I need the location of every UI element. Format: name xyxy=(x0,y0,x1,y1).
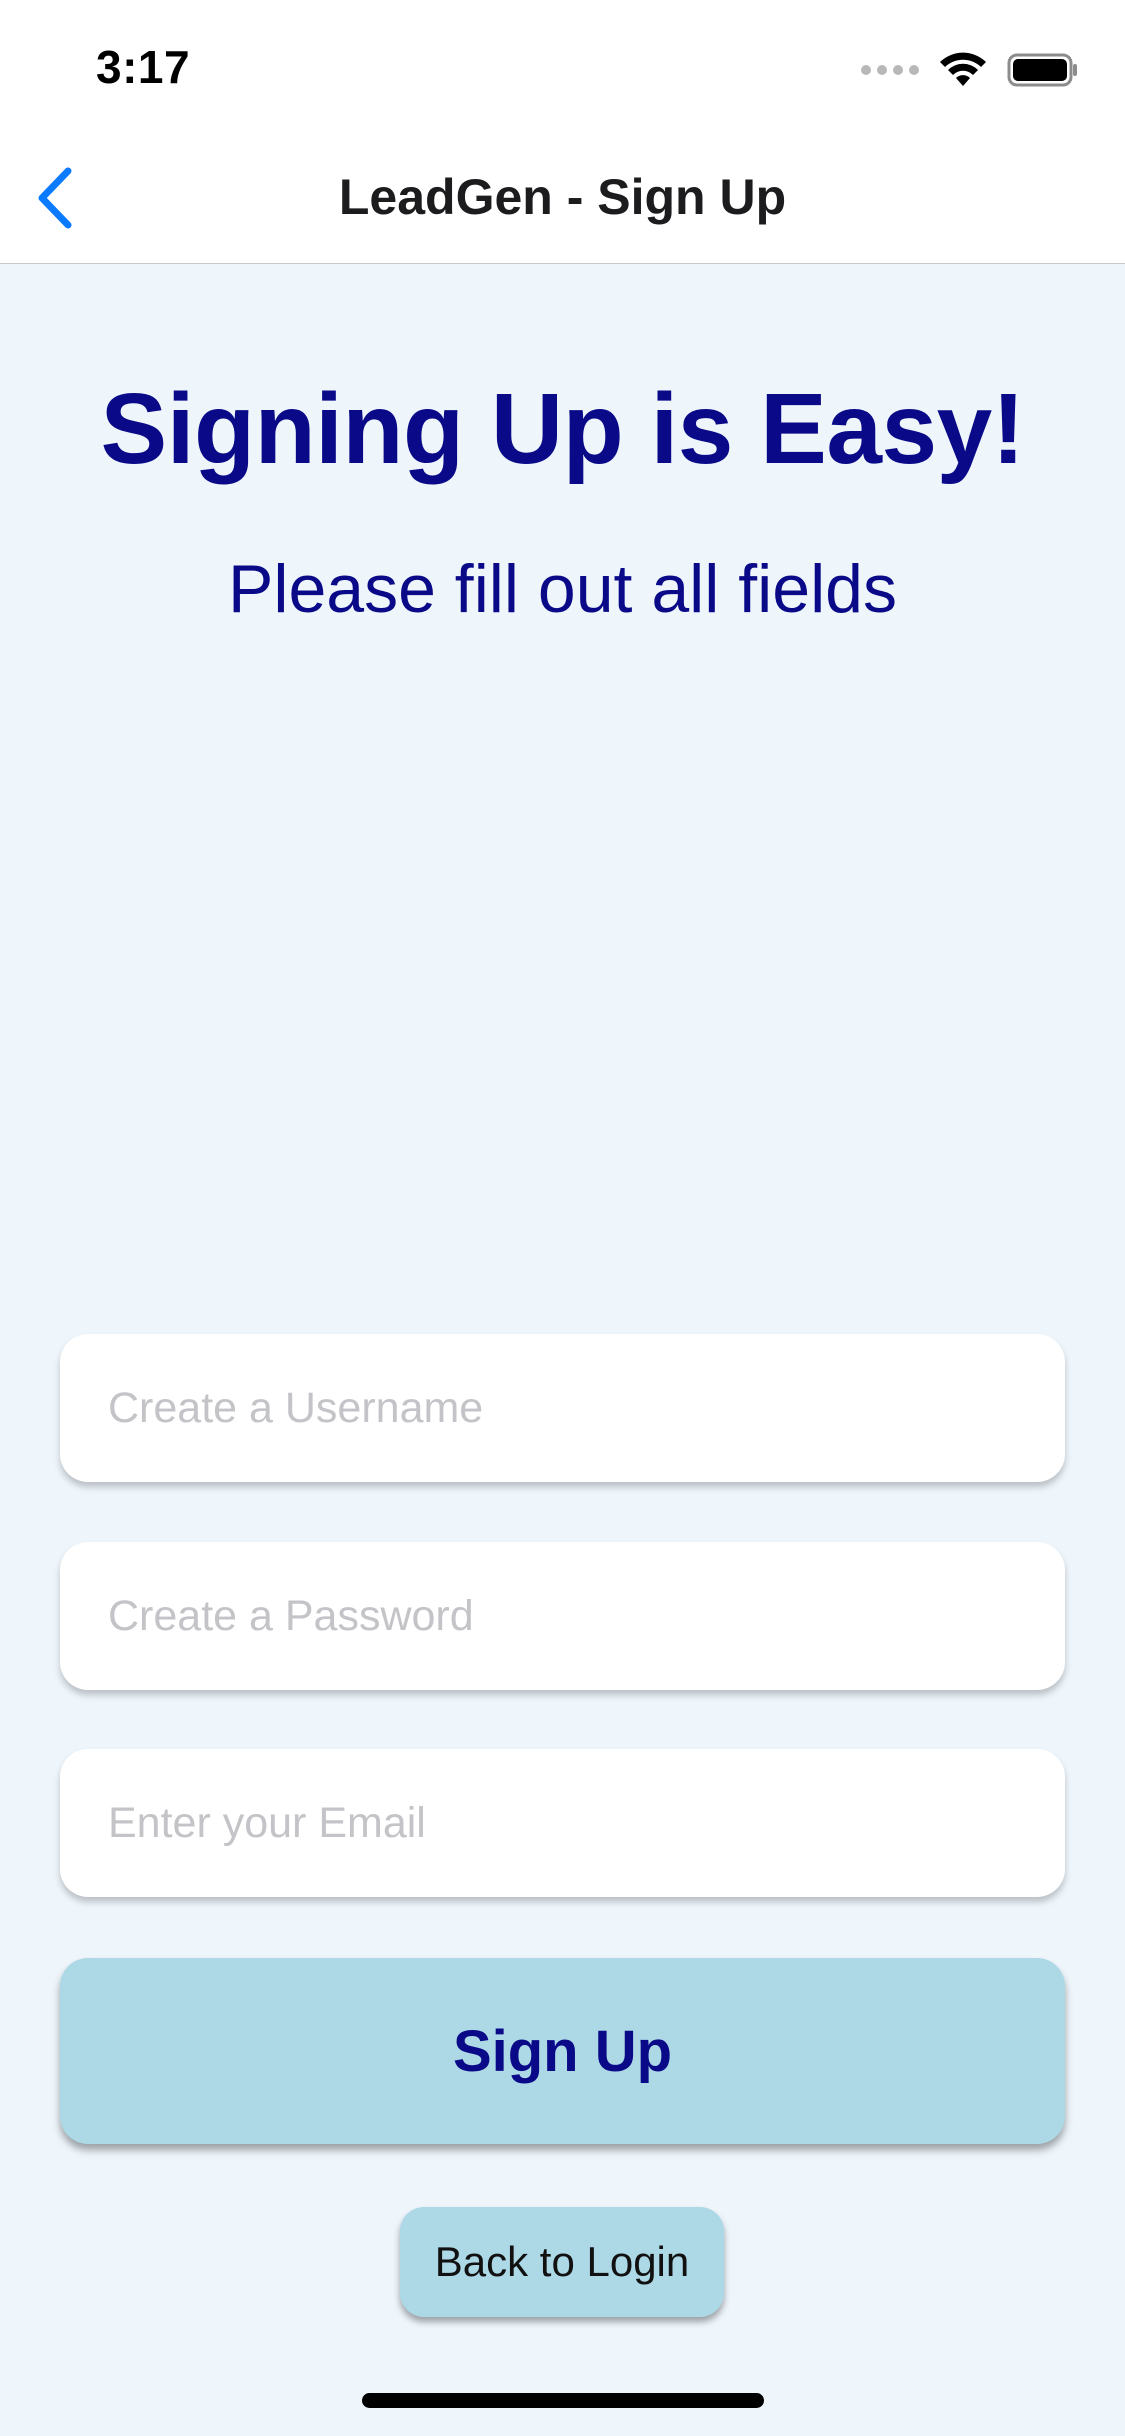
password-field-container xyxy=(60,1542,1065,1690)
password-input[interactable] xyxy=(60,1542,1065,1690)
email-field-container xyxy=(60,1749,1065,1897)
navigation-bar: LeadGen - Sign Up xyxy=(0,132,1125,264)
nav-title: LeadGen - Sign Up xyxy=(338,169,787,225)
status-icons xyxy=(861,48,1079,92)
status-bar: 3:17 xyxy=(0,0,1125,132)
page-subheadline: Please fill out all fields xyxy=(227,551,897,627)
cellular-signal-icon xyxy=(861,65,919,75)
username-field-container xyxy=(60,1334,1065,1482)
username-input[interactable] xyxy=(60,1334,1065,1482)
page-headline: Signing Up is Easy! xyxy=(100,373,1026,485)
status-time: 3:17 xyxy=(96,41,191,93)
back-to-login-button[interactable]: Back to Login xyxy=(400,2207,724,2317)
home-indicator xyxy=(362,2393,764,2408)
sign-up-button[interactable]: Sign Up xyxy=(60,1958,1065,2144)
battery-icon xyxy=(1007,53,1077,87)
wifi-icon xyxy=(940,52,986,86)
signup-screen: 3:17 LeadGen - Sign Up Signing Up is Eas… xyxy=(0,0,1125,2436)
email-input[interactable] xyxy=(60,1749,1065,1897)
